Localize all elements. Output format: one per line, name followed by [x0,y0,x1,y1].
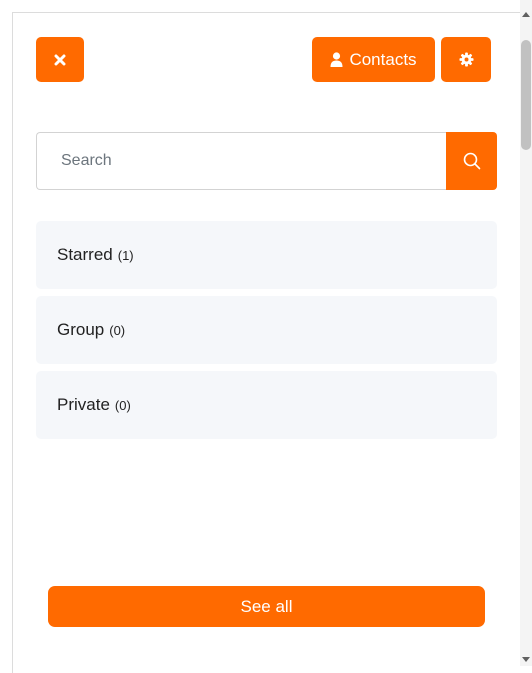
settings-button[interactable] [441,37,491,82]
category-label: Starred [57,245,113,264]
close-button[interactable] [36,37,84,82]
scroll-thumb[interactable] [521,40,531,150]
scroll-up-arrow-icon[interactable] [522,12,530,17]
category-label: Group [57,320,105,339]
category-count: (1) [117,247,134,263]
vertical-scrollbar[interactable] [520,0,532,666]
gear-icon [458,52,474,67]
search-icon [463,152,480,170]
close-icon [54,54,66,65]
search-button[interactable] [446,132,497,190]
scroll-down-arrow-icon[interactable] [522,657,530,662]
category-group[interactable]: Group (0) [36,296,497,364]
see-all-button[interactable]: See all [48,586,485,627]
search-input[interactable] [36,132,446,190]
contacts-button[interactable]: Contacts [312,37,435,82]
category-count: (0) [114,397,131,413]
category-private[interactable]: Private (0) [36,371,497,439]
category-label: Private [57,395,110,414]
user-icon [330,52,343,67]
category-count: (0) [109,322,126,338]
category-starred[interactable]: Starred (1) [36,221,497,289]
search-bar [36,132,497,190]
contacts-button-label: Contacts [349,49,417,69]
